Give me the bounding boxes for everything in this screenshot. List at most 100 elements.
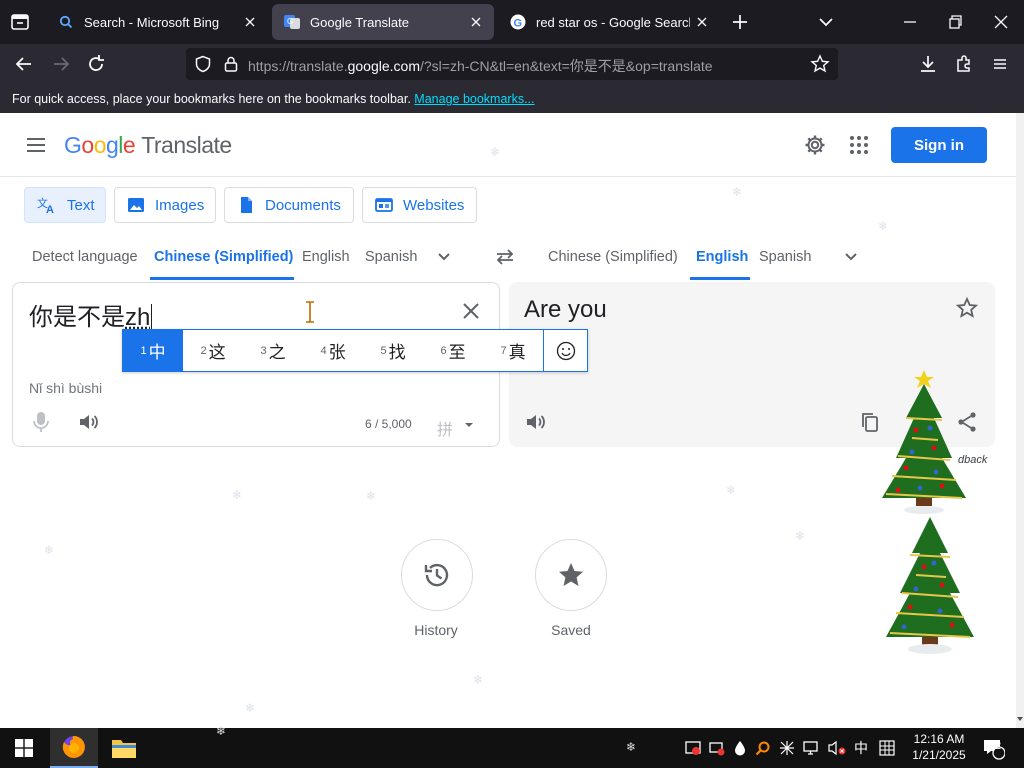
mode-documents-button[interactable]: Documents (224, 187, 354, 223)
scroll-down-arrow-icon[interactable] (1016, 715, 1024, 723)
tray-search-icon[interactable] (754, 728, 772, 768)
mode-label: Text (67, 196, 95, 214)
google-apps-icon[interactable] (847, 133, 871, 157)
snowflake-icon: ❄ (44, 543, 55, 557)
list-all-tabs-icon[interactable] (814, 10, 838, 34)
input-tools-pinyin-icon[interactable]: 拼 (437, 416, 453, 440)
manage-bookmarks-link[interactable]: Manage bookmarks... (414, 92, 534, 106)
tray-network-status-icon[interactable] (708, 728, 726, 768)
tracking-protection-shield-icon[interactable] (194, 55, 212, 73)
microphone-icon[interactable] (31, 411, 51, 433)
address-bar[interactable]: https://translate.google.com/?sl=zh-CN&t… (186, 48, 838, 80)
target-lang-chinese[interactable]: Chinese (Simplified) (548, 249, 678, 265)
candidate-char: 张 (328, 343, 346, 362)
source-lang-more-chevron-down-icon[interactable] (434, 247, 454, 267)
clear-source-close-icon[interactable] (459, 299, 483, 323)
taskbar-file-explorer-icon[interactable] (100, 728, 148, 768)
lock-icon[interactable] (222, 55, 240, 73)
snowflake-icon: ❄ (626, 740, 637, 754)
swap-languages-icon[interactable] (493, 245, 517, 269)
target-lang-more-chevron-down-icon[interactable] (841, 247, 861, 267)
tab-google-search[interactable]: G red star os - Google Search (498, 4, 720, 40)
ime-emoji-smiley-icon[interactable] (543, 330, 587, 371)
new-tab-icon[interactable] (728, 10, 752, 34)
mode-label: Websites (403, 196, 465, 214)
history-button[interactable] (401, 539, 473, 611)
close-tab-icon[interactable] (690, 10, 714, 34)
taskbar-firefox-icon[interactable] (50, 728, 98, 768)
tab-title: Search - Microsoft Bing (84, 14, 220, 30)
ime-candidate[interactable]: 6至 (423, 330, 483, 371)
target-lang-english[interactable]: English (696, 249, 748, 265)
candidate-number: 2 (200, 344, 207, 357)
source-lang-spanish[interactable]: Spanish (365, 249, 417, 265)
url-text[interactable]: https://translate.google.com/?sl=zh-CN&t… (248, 56, 713, 76)
main-menu-icon[interactable] (24, 133, 48, 157)
source-lang-chinese[interactable]: Chinese (Simplified) (154, 249, 293, 265)
close-tab-icon[interactable] (238, 10, 262, 34)
tray-ime-grid-icon[interactable] (876, 728, 898, 768)
downloads-icon[interactable] (916, 52, 940, 76)
tray-input-language[interactable]: 中 (850, 728, 872, 768)
target-lang-selected-indicator (690, 277, 750, 280)
translate-header: Google Translate Sign in (0, 113, 1024, 177)
save-translation-star-icon[interactable] (955, 296, 979, 320)
snowflake-icon: ❄ (216, 724, 227, 738)
app-menu-icon[interactable] (988, 52, 1012, 76)
snowflake-icon: ❄ (245, 701, 256, 715)
tab-overview-icon[interactable] (8, 10, 32, 34)
candidate-number: 3 (260, 344, 267, 357)
ime-candidate[interactable]: 7真 (483, 330, 543, 371)
tray-volume-muted-icon[interactable] (826, 728, 848, 768)
target-lang-spanish[interactable]: Spanish (759, 249, 811, 265)
bookmark-star-icon[interactable] (810, 54, 830, 74)
input-tools-chevron-down-icon[interactable] (463, 419, 475, 431)
mode-websites-button[interactable]: Websites (362, 187, 477, 223)
tab-google-translate[interactable]: G Google Translate (272, 4, 494, 40)
notification-center-icon[interactable]: 2 (978, 728, 1008, 768)
tab-title: Google Translate (310, 14, 410, 30)
candidate-char: 找 (388, 343, 406, 362)
mode-label: Images (155, 196, 205, 214)
listen-speaker-icon[interactable] (77, 410, 101, 434)
google-translate-logo[interactable]: Google Translate (64, 132, 232, 159)
history-label: History (414, 622, 458, 638)
tray-network-icon[interactable] (802, 728, 824, 768)
source-lang-english[interactable]: English (302, 249, 350, 265)
page-scrollbar[interactable] (1016, 113, 1024, 728)
ime-candidate[interactable]: 2这 (183, 330, 243, 371)
minimize-icon[interactable] (898, 10, 922, 34)
mode-text-button[interactable]: 文A Text (24, 187, 106, 223)
taskbar-clock[interactable]: 12:16 AM 1/21/2025 (906, 731, 972, 763)
mode-label: Documents (265, 196, 341, 214)
snowflake-icon: ❄ (732, 185, 743, 199)
back-arrow-icon[interactable] (12, 52, 36, 76)
sign-in-button[interactable]: Sign in (891, 127, 987, 163)
mode-images-button[interactable]: Images (114, 187, 216, 223)
snowflake-icon: ❄ (726, 483, 737, 497)
settings-gear-icon[interactable] (803, 133, 827, 157)
christmas-tree-icon (882, 513, 978, 663)
forward-arrow-icon[interactable] (49, 52, 73, 76)
restore-icon[interactable] (943, 10, 967, 34)
close-tab-icon[interactable] (464, 10, 488, 34)
ime-candidate[interactable]: 1中 (123, 330, 183, 371)
ime-candidate[interactable]: 4张 (303, 330, 363, 371)
ime-candidate[interactable]: 5找 (363, 330, 423, 371)
tray-security-icon[interactable] (684, 728, 702, 768)
tray-bluetooth-icon[interactable] (778, 728, 796, 768)
tray-water-drop-icon[interactable] (732, 728, 748, 768)
source-text-input[interactable]: 你是不是zh (29, 297, 153, 332)
close-window-icon[interactable] (989, 10, 1013, 34)
reload-icon[interactable] (84, 52, 108, 76)
saved-button[interactable] (535, 539, 607, 611)
listen-translation-speaker-icon[interactable] (524, 410, 548, 434)
logo-letter: g (105, 132, 119, 158)
extensions-icon[interactable] (952, 52, 976, 76)
tab-bing[interactable]: Search - Microsoft Bing (46, 4, 268, 40)
windows-start-icon[interactable] (0, 728, 48, 768)
ime-candidate[interactable]: 3之 (243, 330, 303, 371)
source-lang-detect[interactable]: Detect language (32, 249, 138, 265)
character-counter: 6 / 5,000 (365, 417, 412, 431)
bookmarks-toolbar: For quick access, place your bookmarks h… (0, 84, 1024, 113)
